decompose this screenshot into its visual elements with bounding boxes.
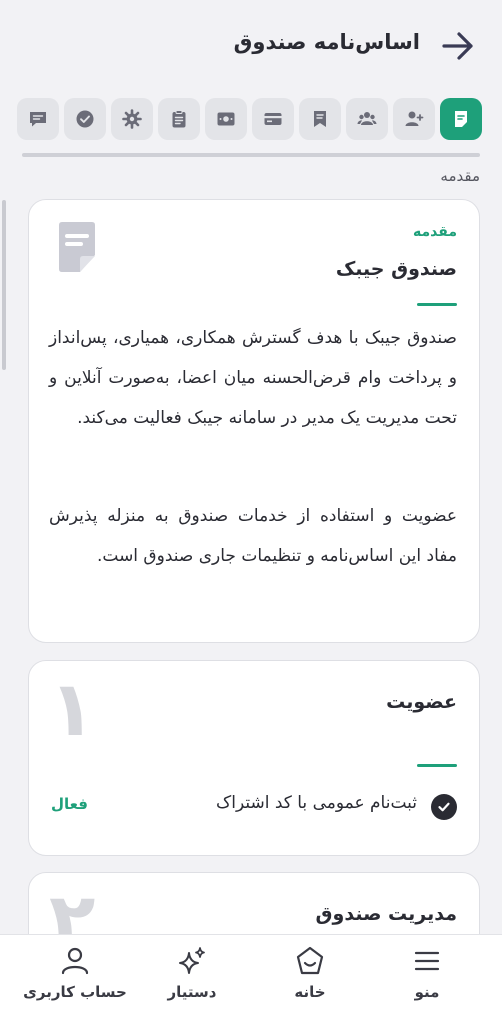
message-icon (30, 112, 46, 127)
users-icon (357, 112, 377, 125)
title-underline (417, 764, 457, 767)
tab-reports[interactable] (158, 98, 200, 140)
nav-item-assistant[interactable]: دستیار (137, 945, 247, 1015)
nav-item-account[interactable]: حساب کاربری (20, 945, 130, 1015)
tab-rules[interactable] (299, 98, 341, 140)
membership-card: ۱ عضویت ثبت‌نام عمومی با کد اشتراک فعال (28, 660, 480, 856)
membership-rule-row: ثبت‌نام عمومی با کد اشتراک فعال (51, 791, 457, 821)
tab-membership[interactable] (393, 98, 435, 140)
tab-approvals[interactable] (64, 98, 106, 140)
tab-messages[interactable] (17, 98, 59, 140)
check-icon (431, 794, 457, 820)
section-tabs (16, 98, 482, 142)
user-icon (61, 947, 89, 975)
back-button[interactable] (440, 28, 476, 64)
bookmark-icon (314, 111, 326, 127)
rule-label: ثبت‌نام عمومی با کد اشتراک (216, 793, 417, 813)
money-icon (217, 112, 235, 126)
nav-label: خانه (294, 983, 326, 1001)
card-title: مدیریت صندوق (315, 903, 457, 925)
document-icon (455, 111, 467, 127)
card-kicker: مقدمه (413, 224, 457, 240)
document-icon (59, 222, 95, 272)
status-badge: فعال (51, 795, 88, 813)
tab-settings[interactable] (111, 98, 153, 140)
section-caption: مقدمه (440, 167, 480, 185)
section-number: ۱ (49, 664, 96, 753)
tab-payments[interactable] (252, 98, 294, 140)
gear-icon (122, 109, 142, 129)
tab-members[interactable] (346, 98, 388, 140)
nav-label: منو (414, 983, 440, 1001)
intro-paragraph-1: صندوق جیبک با هدف گسترش همکاری، همیاری، … (49, 328, 457, 428)
nav-label: دستیار (167, 983, 217, 1001)
menu-icon (414, 951, 440, 971)
user-add-icon (405, 111, 424, 126)
tab-introduction[interactable] (440, 98, 482, 140)
tabs-scrollbar[interactable] (22, 153, 480, 157)
page-title: اساس‌نامه صندوق (233, 30, 420, 54)
card-icon (264, 113, 282, 125)
sparkle-icon (179, 947, 205, 974)
bottom-navigation: منو خانه دستیار حساب کاربری (0, 934, 502, 1024)
card-title: صندوق جیبک (335, 258, 457, 280)
page-scrollbar[interactable] (2, 200, 6, 370)
arrow-right-icon (442, 32, 473, 60)
nav-item-menu[interactable]: منو (372, 945, 482, 1015)
home-icon (296, 946, 324, 975)
clipboard-icon (172, 110, 186, 128)
intro-card: مقدمه صندوق جیبک صندوق جیبک با هدف گسترش… (28, 199, 480, 643)
nav-label: حساب کاربری (23, 983, 127, 1001)
title-underline (417, 303, 457, 306)
card-title: عضویت (386, 691, 457, 713)
nav-item-home[interactable]: خانه (255, 945, 365, 1015)
tab-loans[interactable] (205, 98, 247, 140)
check-circle-icon (76, 110, 94, 128)
intro-paragraph-2: عضویت و استفاده از خدمات صندوق به منزله … (49, 506, 457, 566)
app-header: اساس‌نامه صندوق (0, 0, 502, 92)
